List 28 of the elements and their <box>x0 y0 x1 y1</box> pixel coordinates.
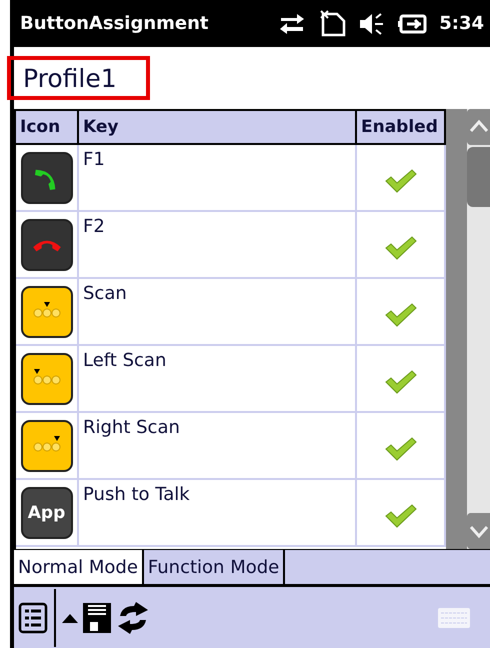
scroll-down-icon[interactable] <box>467 513 490 549</box>
table-cell: Scan <box>79 279 357 346</box>
mode-tab[interactable]: Normal Mode <box>14 550 144 584</box>
column-header: Key <box>79 111 357 145</box>
scroll-thumb[interactable] <box>467 147 490 207</box>
menu-list-icon[interactable] <box>18 602 48 634</box>
scan-icon <box>20 286 72 338</box>
phone-icon <box>20 152 72 204</box>
app-icon: App <box>20 486 72 538</box>
profile-name: Profile1 <box>7 56 150 100</box>
clock-time: 5:34 <box>439 13 484 34</box>
column-header: Icon <box>16 111 79 145</box>
phone-icon <box>20 218 72 270</box>
scan-icon <box>20 420 72 472</box>
scroll-up-icon[interactable] <box>467 109 490 145</box>
table-cell: Left Scan <box>79 346 357 413</box>
table-cell: F2 <box>79 212 357 279</box>
battery-icon[interactable] <box>397 12 430 36</box>
table-cell: F1 <box>79 145 357 212</box>
caret-up-icon[interactable] <box>62 612 78 622</box>
column-header: Enabled <box>357 111 446 145</box>
table-cell: Right Scan <box>79 413 357 480</box>
scrollbar[interactable] <box>467 109 490 549</box>
refresh-icon[interactable] <box>116 600 150 634</box>
save-icon[interactable] <box>82 602 112 634</box>
table-cell: Push to Talk <box>79 480 357 547</box>
scan-icon <box>20 352 72 404</box>
window-title: ButtonAssignment <box>20 13 210 34</box>
